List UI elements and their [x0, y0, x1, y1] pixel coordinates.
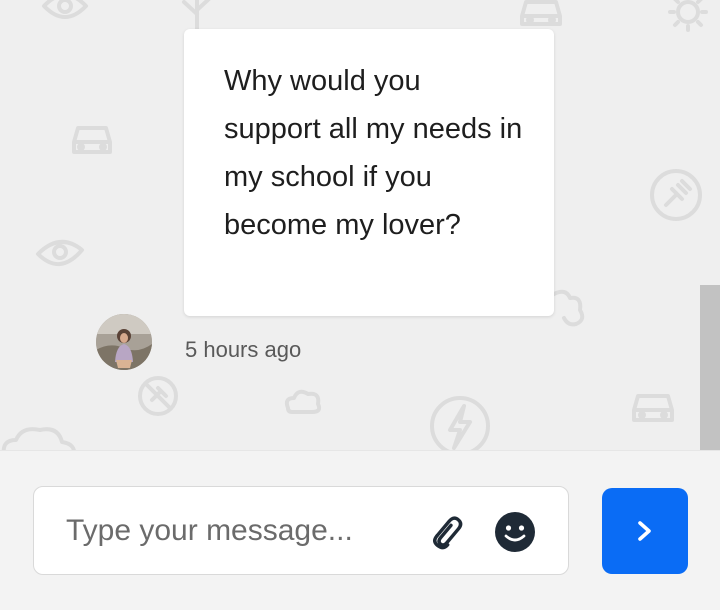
no-plug-doodle-icon	[138, 376, 178, 416]
message-text: Why would you support all my needs in my…	[224, 65, 523, 241]
message-input-box[interactable]	[33, 486, 569, 575]
eye-doodle-icon	[42, 0, 88, 19]
cloud-doodle-icon	[552, 289, 585, 327]
eye-doodle-icon	[36, 240, 84, 266]
smiley-icon[interactable]	[494, 511, 536, 553]
car-doodle-icon	[72, 126, 112, 154]
message-composer	[0, 450, 720, 610]
user-photo-avatar-icon	[96, 314, 152, 370]
plug-doodle-icon	[650, 169, 702, 221]
send-button[interactable]	[602, 488, 688, 574]
message-timestamp: 5 hours ago	[185, 337, 302, 362]
message-bubble[interactable]: Why would you support all my needs in my…	[184, 29, 554, 316]
message-input[interactable]	[66, 509, 406, 553]
lightning-doodle-icon	[430, 396, 490, 450]
cloud-doodle-icon	[1, 427, 76, 450]
scrollbar-thumb[interactable]	[700, 285, 720, 450]
car-doodle-icon	[520, 0, 562, 26]
sender-avatar[interactable]	[96, 314, 152, 370]
car-doodle-icon	[632, 394, 674, 422]
chat-area[interactable]: Why would you support all my needs in my…	[0, 0, 720, 450]
chevron-right-icon	[638, 521, 651, 541]
paperclip-icon[interactable]	[428, 512, 468, 552]
cloud-doodle-icon	[284, 389, 322, 414]
